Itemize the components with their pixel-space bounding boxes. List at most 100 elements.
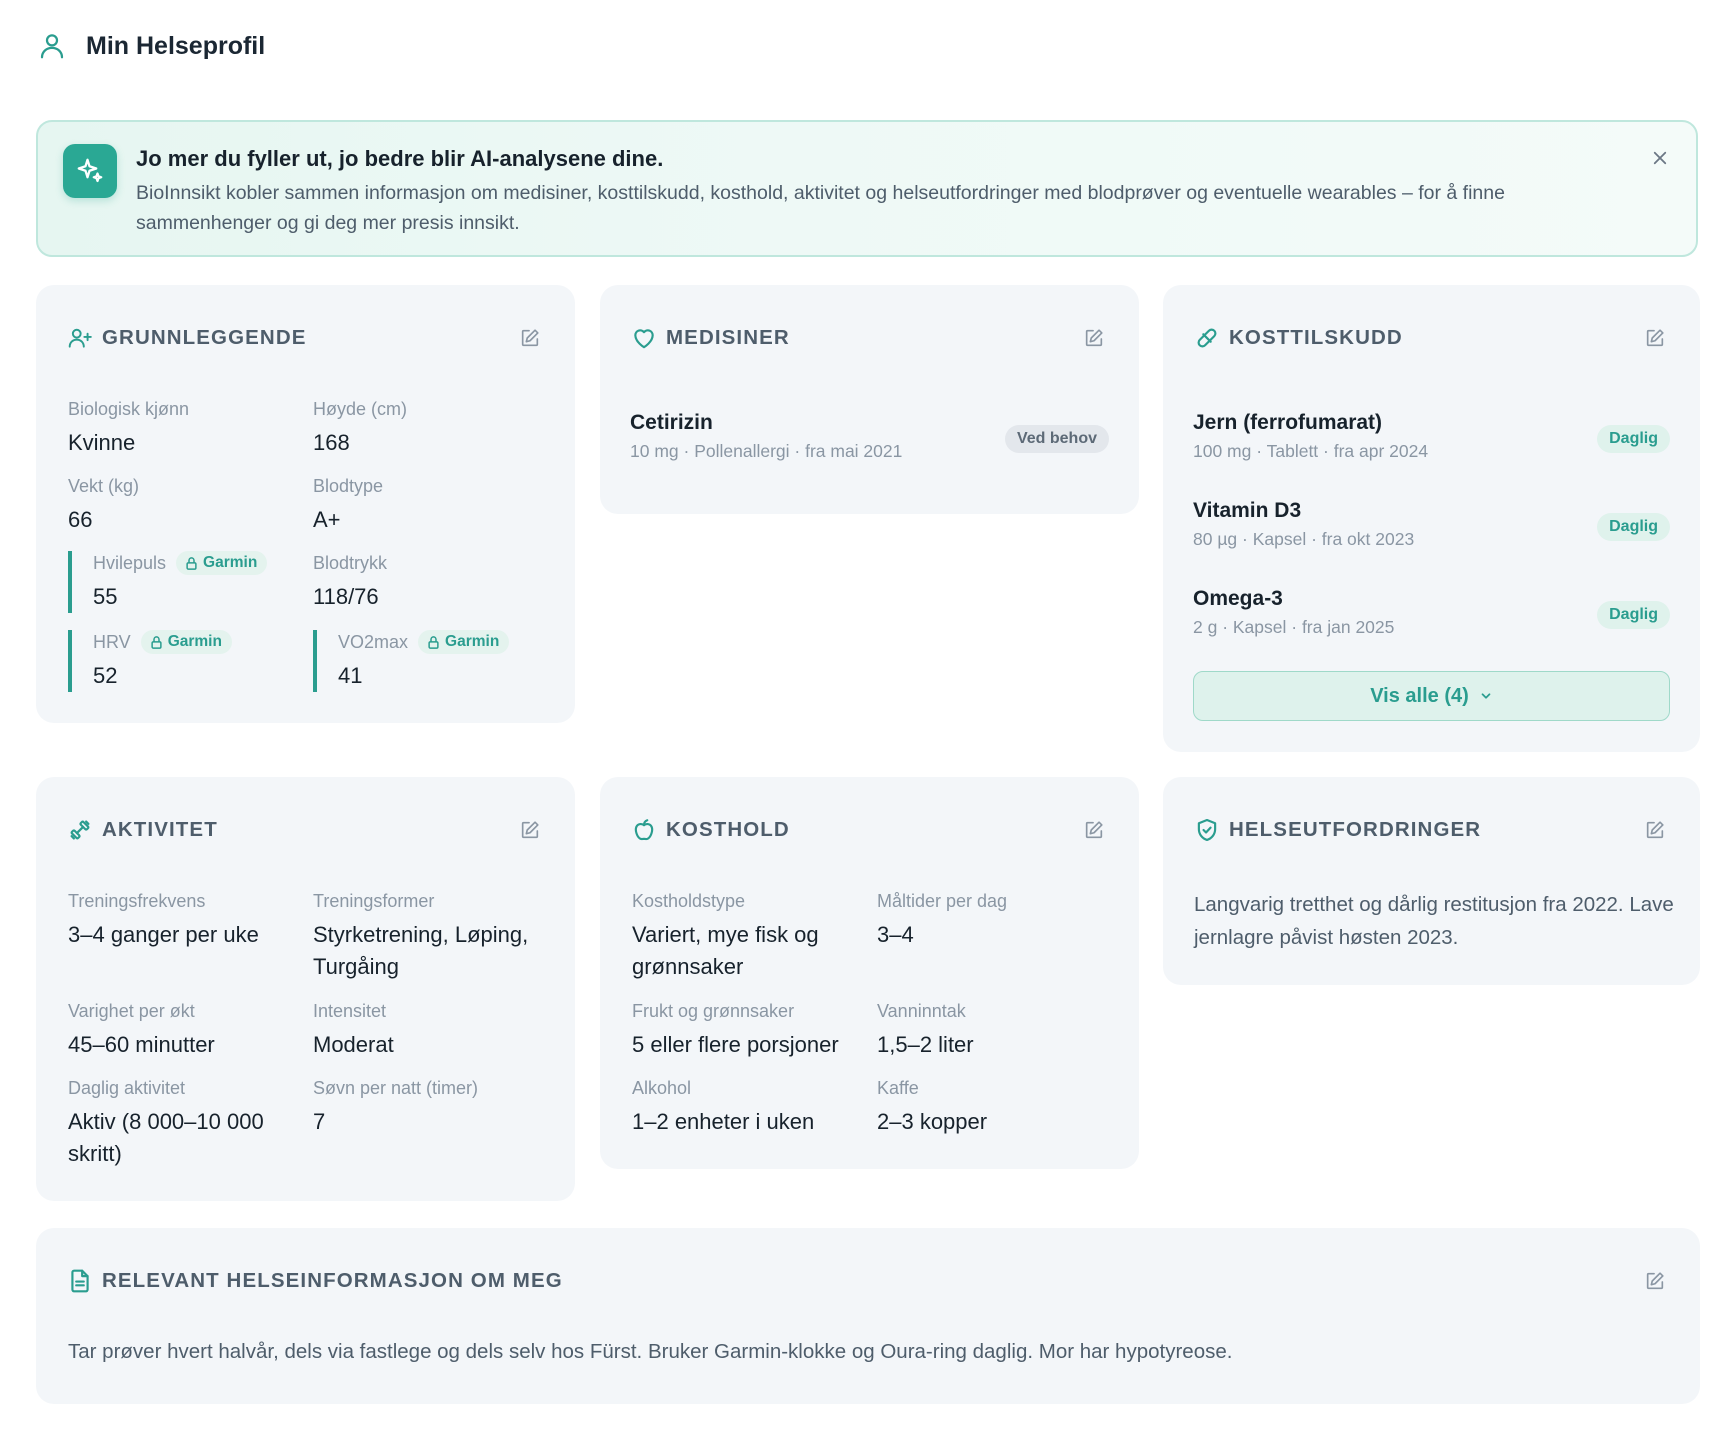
field-kjonn: Biologisk kjønn Kvinne xyxy=(68,397,189,459)
card-kosttilskudd: KOSTTILSKUDD Jern (ferrofumarat) 100 mg … xyxy=(1163,285,1700,752)
user-plus-icon xyxy=(66,324,94,352)
edit-icon[interactable] xyxy=(515,815,545,845)
field-label: Kaffe xyxy=(877,1077,919,1098)
frequency-badge: Daglig xyxy=(1597,425,1670,453)
field-daglig-aktivitet: Daglig aktivitet Aktiv (8 000–10 000 skr… xyxy=(68,1076,303,1170)
field-label: Vekt (kg) xyxy=(68,475,140,496)
garmin-badge: Garmin xyxy=(140,630,232,654)
field-label: Alkohol xyxy=(632,1077,692,1098)
field-value: 52 xyxy=(93,663,118,688)
field-label: Treningsformer xyxy=(313,890,435,911)
lock-icon xyxy=(151,635,162,649)
field-hvilepuls: Hvilepuls Garmin 55 xyxy=(68,551,268,613)
card-header: MEDISINER xyxy=(630,321,1109,355)
field-value: A+ xyxy=(313,507,341,532)
field-treningsformer: Treningsformer Styrketrening, Løping, Tu… xyxy=(313,889,548,983)
field-value: 66 xyxy=(68,507,93,532)
card-title: KOSTTILSKUDD xyxy=(1229,326,1403,349)
heart-icon xyxy=(630,324,658,352)
field-vo2max: VO2max Garmin 41 xyxy=(313,630,510,692)
field-vanninntak: Vanninntak 1,5–2 liter xyxy=(877,999,1112,1061)
card-medisiner: MEDISINER Cetirizin 10 mg · Pollenallerg… xyxy=(600,285,1139,514)
field-sovn: Søvn per natt (timer) 7 xyxy=(313,1076,548,1138)
pill-icon xyxy=(1193,324,1221,352)
field-value: 3–4 ganger per uke xyxy=(68,922,259,947)
field-varighet: Varighet per økt 45–60 minutter xyxy=(68,999,303,1061)
edit-icon[interactable] xyxy=(1640,815,1670,845)
field-maltider: Måltider per dag 3–4 xyxy=(877,889,1112,951)
card-aktivitet: AKTIVITET Treningsfrekvens 3–4 ganger pe… xyxy=(36,777,575,1201)
banner-text: BioInnsikt kobler sammen informasjon om … xyxy=(136,182,1505,234)
field-kostholdstype: Kostholdstype Variert, mye fisk og grønn… xyxy=(632,889,860,983)
field-label: Frukt og grønnsaker xyxy=(632,1000,795,1021)
info-banner: Jo mer du fyller ut, jo bedre blir AI-an… xyxy=(36,120,1698,257)
document-icon xyxy=(66,1267,94,1295)
card-header: KOSTHOLD xyxy=(630,813,1109,847)
field-value: Variert, mye fisk og grønnsaker xyxy=(632,922,819,979)
edit-icon[interactable] xyxy=(1640,1266,1670,1296)
field-label: Treningsfrekvens xyxy=(68,890,206,911)
field-label: Varighet per økt xyxy=(68,1000,195,1021)
frequency-badge: Ved behov xyxy=(1004,425,1109,453)
apple-icon xyxy=(630,816,658,844)
card-relevant-info: RELEVANT HELSEINFORMASJON OM MEG Tar prø… xyxy=(36,1228,1700,1404)
field-label: Blodtype xyxy=(313,475,384,496)
card-title: HELSEUTFORDRINGER xyxy=(1229,818,1482,841)
card-title: GRUNNLEGGENDE xyxy=(102,326,307,349)
field-value: 1–2 enheter i uken xyxy=(632,1109,815,1134)
field-label: Hvilepuls xyxy=(93,552,167,573)
card-title: KOSTHOLD xyxy=(666,818,790,841)
edit-icon[interactable] xyxy=(1079,323,1109,353)
card-header: KOSTTILSKUDD xyxy=(1193,321,1670,355)
page-title: Min Helseprofil xyxy=(86,31,266,60)
challenges-text: Langvarig tretthet og dårlig restitusjon… xyxy=(1194,893,1674,949)
field-value: 3–4 xyxy=(877,922,914,947)
relevant-info-text: Tar prøver hvert halvår, dels via fastle… xyxy=(68,1340,1233,1363)
close-icon[interactable] xyxy=(1646,144,1674,172)
field-value: 168 xyxy=(313,430,350,455)
lock-icon xyxy=(186,556,197,570)
frequency-badge: Daglig xyxy=(1597,513,1670,541)
field-label: Høyde (cm) xyxy=(313,398,407,419)
field-value: 1,5–2 liter xyxy=(877,1032,974,1057)
field-value: 7 xyxy=(313,1109,326,1134)
field-blodtrykk: Blodtrykk 118/76 xyxy=(313,551,387,613)
list-item: Vitamin D3 80 µg · Kapsel · fra okt 2023… xyxy=(1193,499,1670,555)
field-value: Kvinne xyxy=(68,430,136,455)
field-vekt: Vekt (kg) 66 xyxy=(68,474,139,536)
chevron-down-icon xyxy=(1481,693,1491,699)
field-hrv: HRV Garmin 52 xyxy=(68,630,232,692)
dumbbell-icon xyxy=(66,816,94,844)
field-value: 118/76 xyxy=(313,584,379,609)
frequency-badge: Daglig xyxy=(1597,601,1670,629)
field-value: 55 xyxy=(93,584,118,609)
lock-icon xyxy=(428,635,439,649)
card-kosthold: KOSTHOLD Kostholdstype Variert, mye fisk… xyxy=(600,777,1139,1169)
card-title: AKTIVITET xyxy=(102,818,218,841)
card-header: HELSEUTFORDRINGER xyxy=(1193,813,1670,847)
card-title: RELEVANT HELSEINFORMASJON OM MEG xyxy=(102,1269,563,1292)
field-hoyde: Høyde (cm) 168 xyxy=(313,397,407,459)
field-value: 41 xyxy=(338,663,363,688)
show-all-button[interactable]: Vis alle (4) xyxy=(1193,671,1670,721)
card-helseutfordringer: HELSEUTFORDRINGER Langvarig tretthet og … xyxy=(1163,777,1700,985)
card-header: RELEVANT HELSEINFORMASJON OM MEG xyxy=(66,1264,1670,1298)
edit-icon[interactable] xyxy=(1079,815,1109,845)
field-alkohol: Alkohol 1–2 enheter i uken xyxy=(632,1076,867,1138)
edit-icon[interactable] xyxy=(515,323,545,353)
field-blodtype: Blodtype A+ xyxy=(313,474,383,536)
field-value: 5 eller flere porsjoner xyxy=(632,1032,839,1057)
page-header: Min Helseprofil xyxy=(36,26,265,66)
field-label: Biologisk kjønn xyxy=(68,398,190,419)
field-intensitet: Intensitet Moderat xyxy=(313,999,548,1061)
field-label: Søvn per natt (timer) xyxy=(313,1077,479,1098)
shield-check-icon xyxy=(1193,816,1221,844)
field-treningsfrekvens: Treningsfrekvens 3–4 ganger per uke xyxy=(68,889,303,951)
list-item: Omega-3 2 g · Kapsel · fra jan 2025 Dagl… xyxy=(1193,587,1670,643)
list-item: Cetirizin 10 mg · Pollenallergi · fra ma… xyxy=(630,411,1109,467)
edit-icon[interactable] xyxy=(1640,323,1670,353)
garmin-badge: Garmin xyxy=(418,630,510,654)
field-label: Måltider per dag xyxy=(877,890,1008,911)
user-icon xyxy=(36,30,68,62)
field-label: Intensitet xyxy=(313,1000,387,1021)
